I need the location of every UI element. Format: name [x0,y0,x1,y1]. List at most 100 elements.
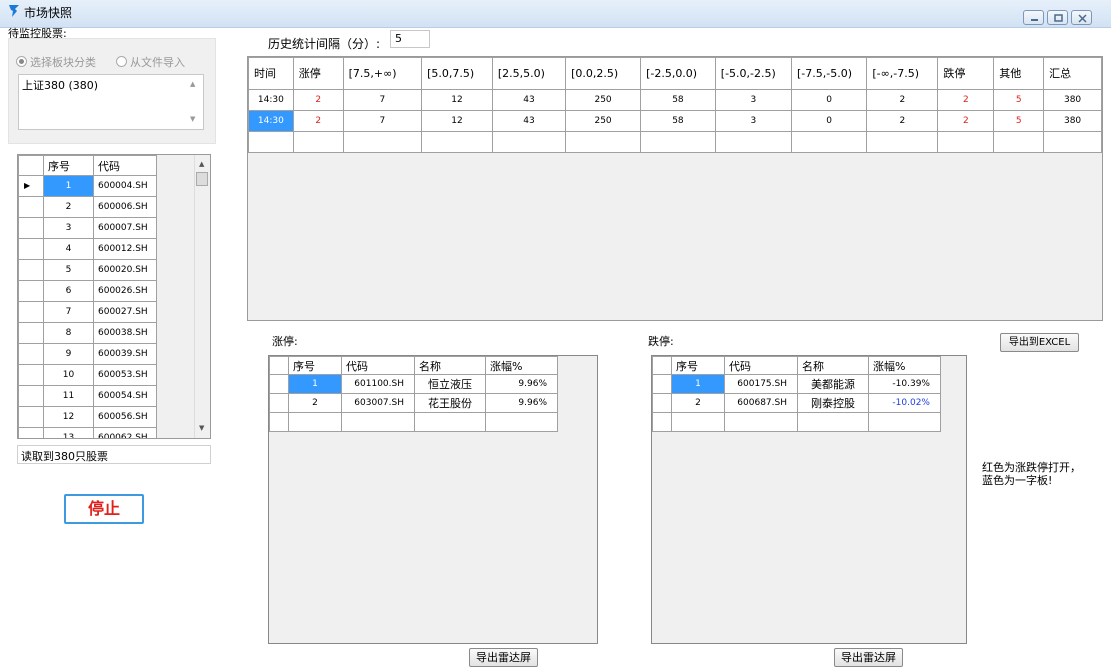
table-cell[interactable]: 7 [342,89,423,111]
table-row[interactable]: 2 600687.SH 刚泰控股 -10.02% [652,393,941,413]
table-cell[interactable]: 3 [714,110,792,132]
radio-import-file[interactable]: 从文件导入 [116,54,185,70]
table-cell[interactable]: 美都能源 [797,374,869,394]
row-header[interactable] [18,406,44,428]
table-cell[interactable]: 2 [292,89,344,111]
table-cell[interactable]: 9.96% [485,374,558,394]
table-cell[interactable]: 12 [421,110,493,132]
table-row[interactable]: 7 600027.SH [18,301,157,323]
table-cell[interactable]: 12 [421,89,493,111]
cell-index[interactable]: 1 [43,175,94,197]
maximize-button[interactable] [1047,10,1068,25]
cell-code[interactable]: 600006.SH [93,196,157,218]
table-cell[interactable]: 9.96% [485,393,558,413]
table-row[interactable]: 2 600006.SH [18,196,157,218]
row-header[interactable] [18,259,44,281]
code-grid-scrollbar[interactable] [194,155,210,438]
cell-index[interactable]: 8 [43,322,94,344]
cell-code[interactable]: 600007.SH [93,217,157,239]
table-row[interactable]: 2 603007.SH 花王股份 9.96% [269,393,558,413]
table-cell[interactable]: 600175.SH [724,374,798,394]
table-cell[interactable]: 刚泰控股 [797,393,869,413]
row-header[interactable] [269,393,289,413]
table-cell-empty[interactable] [248,131,294,153]
table-cell[interactable]: 2 [937,110,995,132]
cell-code[interactable]: 600027.SH [93,301,157,323]
table-row-empty[interactable] [652,412,941,432]
table-cell-empty[interactable] [288,412,342,432]
table-cell-empty[interactable] [341,412,415,432]
row-header[interactable] [18,280,44,302]
table-row[interactable]: 14:30 2 7 12 43 250 58 3 0 2 2 5 380 [248,89,1102,111]
table-cell-empty[interactable] [491,131,567,153]
table-cell-empty[interactable] [797,412,869,432]
cell-code[interactable]: 600056.SH [93,406,157,428]
table-cell[interactable]: 2 [866,110,939,132]
table-cell-empty[interactable] [714,131,792,153]
table-cell-empty[interactable] [790,131,868,153]
table-cell[interactable]: 1 [671,374,725,394]
table-cell-empty[interactable] [993,131,1045,153]
row-header[interactable] [18,217,44,239]
minimize-button[interactable] [1023,10,1044,25]
table-cell[interactable]: 7 [342,110,423,132]
row-header[interactable] [18,385,44,407]
table-cell[interactable]: 600687.SH [724,393,798,413]
cell-code[interactable]: 600020.SH [93,259,157,281]
table-row[interactable]: 11 600054.SH [18,385,157,407]
table-cell-empty[interactable] [269,412,289,432]
table-cell[interactable]: 2 [866,89,939,111]
cell-code[interactable]: 600062.SH [93,427,157,438]
table-cell[interactable]: -10.39% [868,374,941,394]
table-row[interactable]: 5 600020.SH [18,259,157,281]
table-cell[interactable]: 58 [640,110,716,132]
row-header[interactable] [18,196,44,218]
export-radar-button-up[interactable]: 导出雷达屏 [469,648,538,667]
row-header[interactable] [18,343,44,365]
cell-index[interactable]: 10 [43,364,94,386]
stop-button[interactable]: 停止 [64,494,144,524]
cell-code[interactable]: 600039.SH [93,343,157,365]
table-row[interactable]: 9 600039.SH [18,343,157,365]
row-header[interactable]: ▶ [18,175,44,197]
table-cell-empty[interactable] [292,131,344,153]
table-row[interactable]: 6 600026.SH [18,280,157,302]
table-cell[interactable]: 2 [288,393,342,413]
table-cell[interactable]: 2 [292,110,344,132]
table-cell-empty[interactable] [565,131,642,153]
table-row-empty[interactable] [248,131,1102,153]
row-header[interactable] [18,364,44,386]
table-cell[interactable]: 43 [491,89,567,111]
limit-up-grid[interactable]: 序号 代码 名称 涨幅% 1 601100.SH 恒立液压 9.96% 2 603007.SH 花… [269,356,558,432]
table-cell-empty[interactable] [868,412,941,432]
table-cell-empty[interactable] [724,412,798,432]
table-cell[interactable]: 0 [790,110,868,132]
row-header[interactable] [652,393,672,413]
table-cell[interactable]: 603007.SH [341,393,415,413]
scrollbar-thumb[interactable] [196,172,208,186]
interval-input[interactable]: 5 [390,30,430,48]
table-cell[interactable]: 14:30 [248,89,294,111]
table-cell[interactable]: -10.02% [868,393,941,413]
cell-code[interactable]: 600012.SH [93,238,157,260]
scroll-down-arrow-icon[interactable]: ▼ [199,424,204,432]
table-cell-empty[interactable] [937,131,995,153]
table-cell[interactable]: 1 [288,374,342,394]
table-cell[interactable]: 花王股份 [414,393,486,413]
row-header[interactable] [18,322,44,344]
table-cell[interactable]: 5 [993,110,1045,132]
export-radar-button-down[interactable]: 导出雷达屏 [834,648,903,667]
close-button[interactable] [1071,10,1092,25]
table-row[interactable]: 14:30 2 7 12 43 250 58 3 0 2 2 5 380 [248,110,1102,132]
table-cell-empty[interactable] [1043,131,1102,153]
cell-code[interactable]: 600026.SH [93,280,157,302]
table-row[interactable]: 10 600053.SH [18,364,157,386]
cell-index[interactable]: 2 [43,196,94,218]
limit-down-grid[interactable]: 序号 代码 名称 涨幅% 1 600175.SH 美都能源 -10.39% 2 600687.S… [652,356,941,432]
row-header[interactable] [269,374,289,394]
table-row[interactable]: 3 600007.SH [18,217,157,239]
cell-index[interactable]: 7 [43,301,94,323]
table-cell-empty[interactable] [485,412,558,432]
cell-index[interactable]: 9 [43,343,94,365]
table-cell[interactable]: 601100.SH [341,374,415,394]
